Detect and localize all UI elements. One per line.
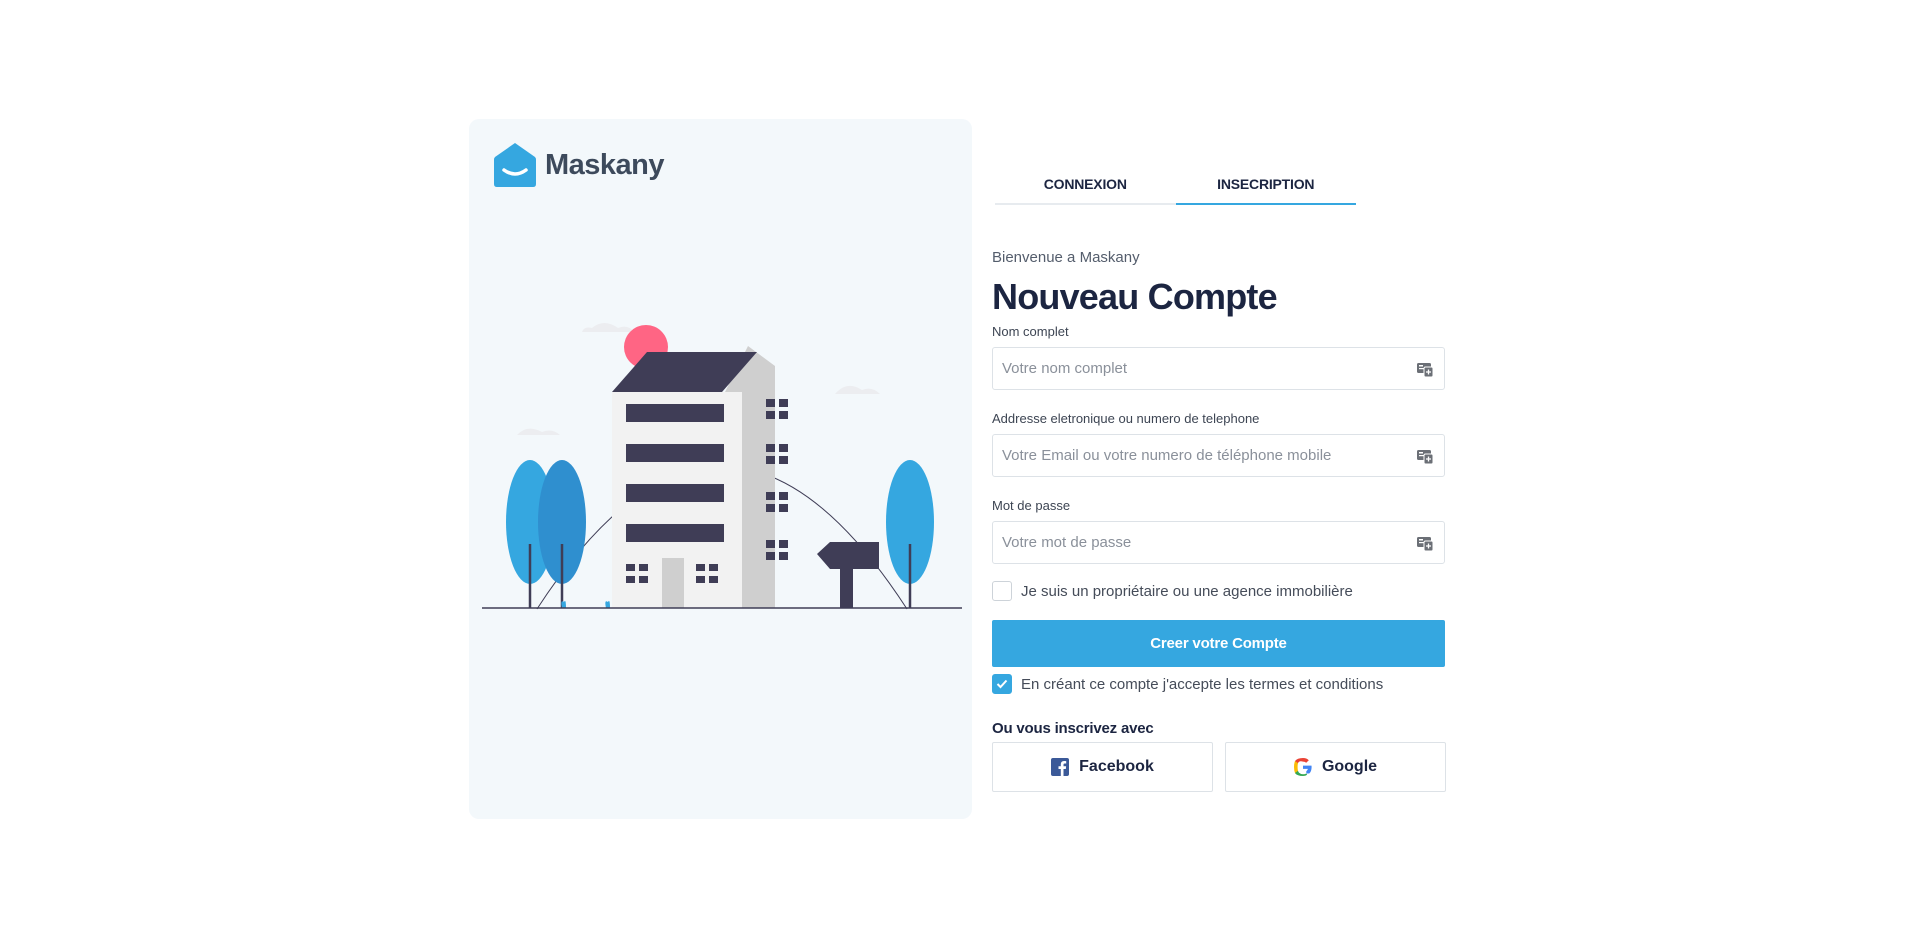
- facebook-button[interactable]: Facebook: [992, 742, 1213, 792]
- tab-inscription[interactable]: INSECRIPTION: [1175, 174, 1356, 205]
- terms-checkbox-label: En créant ce compte j'accepte les termes…: [1021, 675, 1384, 693]
- autofill-card-icon[interactable]: [1416, 447, 1434, 465]
- tab-connexion[interactable]: CONNEXION: [995, 174, 1176, 203]
- terms-checkbox-row[interactable]: En créant ce compte j'accepte les termes…: [992, 674, 1383, 694]
- autofill-card-icon[interactable]: [1416, 360, 1434, 378]
- auth-tabs: CONNEXION INSECRIPTION: [995, 174, 1356, 205]
- brand-name: Maskany: [545, 148, 665, 181]
- house-logo-icon: [494, 143, 536, 187]
- owner-checkbox-label: Je suis un propriétaire ou une agence im…: [1021, 582, 1353, 600]
- google-icon: [1293, 758, 1312, 776]
- fullname-field: [992, 347, 1445, 390]
- facebook-icon: [1051, 758, 1070, 776]
- checkmark-icon: [996, 679, 1008, 689]
- google-label: Google: [1321, 758, 1378, 775]
- facebook-label: Facebook: [1079, 758, 1154, 775]
- signup-panel: CONNEXION INSECRIPTION Bienvenue a Maska…: [992, 119, 1452, 819]
- google-button[interactable]: Google: [1225, 742, 1446, 792]
- terms-checkbox[interactable]: [992, 674, 1012, 694]
- welcome-text: Bienvenue a Maskany: [992, 249, 1140, 266]
- email-label: Addresse eletronique ou numero de teleph…: [992, 411, 1260, 426]
- password-field: [992, 521, 1445, 564]
- create-account-button[interactable]: Creer votre Compte: [992, 620, 1445, 667]
- fullname-label: Nom complet: [992, 324, 1069, 339]
- social-signup-title: Ou vous inscrivez avec: [992, 720, 1154, 737]
- logo[interactable]: Maskany: [493, 142, 665, 188]
- fullname-input[interactable]: [993, 348, 1444, 389]
- email-field: [992, 434, 1445, 477]
- page-title: Nouveau Compte: [992, 276, 1278, 317]
- password-label: Mot de passe: [992, 498, 1071, 513]
- illustration-panel: Maskany: [469, 119, 972, 819]
- password-input[interactable]: [993, 522, 1444, 563]
- owner-checkbox[interactable]: [992, 581, 1012, 601]
- email-input[interactable]: [993, 435, 1444, 476]
- owner-checkbox-row[interactable]: Je suis un propriétaire ou une agence im…: [992, 581, 1353, 601]
- autofill-card-icon[interactable]: [1416, 534, 1434, 552]
- building-illustration: [482, 323, 962, 610]
